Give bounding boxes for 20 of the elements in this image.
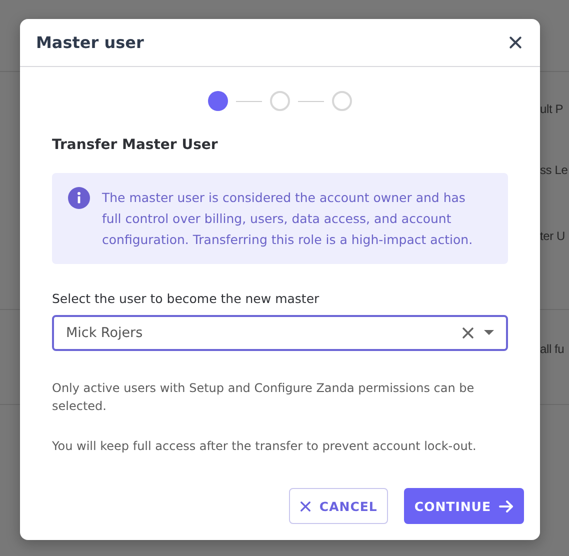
arrow-right-icon (499, 500, 514, 512)
clear-icon (462, 327, 474, 339)
user-select[interactable]: Mick Rojers (52, 315, 508, 351)
close-icon (509, 36, 522, 49)
field-label: Select the user to become the new master (52, 291, 320, 306)
dialog-title: Master user (36, 33, 144, 52)
help-text: You will keep full access after the transfer to prevent account lock-out. (52, 438, 478, 455)
background-text: ss Le (540, 163, 568, 177)
info-icon (68, 187, 90, 209)
background-text: ult P (540, 102, 564, 116)
continue-button[interactable]: CONTINUE (404, 488, 524, 524)
background-text: all fu (540, 342, 564, 356)
close-button[interactable] (507, 34, 524, 51)
info-text: The master user is considered the account owner and has full control over billing, users, data access, and account configuration. Transferring this role is a high-impact action. (102, 189, 474, 249)
cancel-button[interactable]: CANCEL (289, 488, 388, 524)
background-text: ter U (540, 229, 566, 243)
help-text: Only active users with Setup and Configure Zanda permissions can be selected. (52, 380, 476, 415)
section-title: Transfer Master User (52, 137, 219, 153)
caret-icon (484, 330, 494, 336)
close-icon (300, 500, 312, 512)
